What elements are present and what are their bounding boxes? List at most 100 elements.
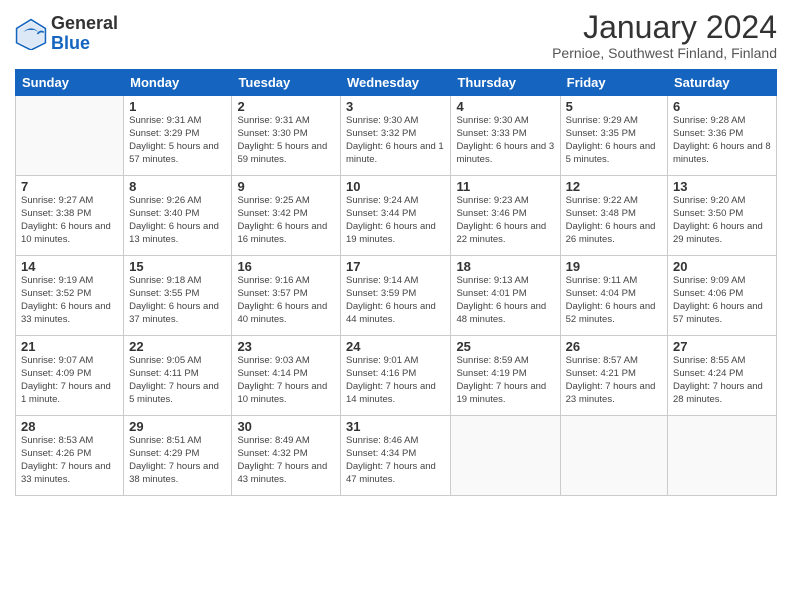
logo-icon [15, 18, 47, 50]
day-info: Sunrise: 9:09 AM Sunset: 4:06 PM Dayligh… [673, 275, 771, 326]
day-number: 23 [237, 339, 335, 354]
col-thursday: Thursday [451, 70, 560, 96]
table-row: 12Sunrise: 9:22 AM Sunset: 3:48 PM Dayli… [560, 176, 667, 256]
calendar-week-row: 1Sunrise: 9:31 AM Sunset: 3:29 PM Daylig… [16, 96, 777, 176]
day-info: Sunrise: 9:05 AM Sunset: 4:11 PM Dayligh… [129, 355, 226, 406]
table-row: 14Sunrise: 9:19 AM Sunset: 3:52 PM Dayli… [16, 256, 124, 336]
table-row: 16Sunrise: 9:16 AM Sunset: 3:57 PM Dayli… [232, 256, 341, 336]
table-row: 22Sunrise: 9:05 AM Sunset: 4:11 PM Dayli… [124, 336, 232, 416]
day-number: 19 [566, 259, 662, 274]
day-info: Sunrise: 8:57 AM Sunset: 4:21 PM Dayligh… [566, 355, 662, 406]
table-row: 19Sunrise: 9:11 AM Sunset: 4:04 PM Dayli… [560, 256, 667, 336]
day-number: 21 [21, 339, 118, 354]
day-info: Sunrise: 9:30 AM Sunset: 3:33 PM Dayligh… [456, 115, 554, 166]
col-friday: Friday [560, 70, 667, 96]
day-number: 26 [566, 339, 662, 354]
day-info: Sunrise: 9:16 AM Sunset: 3:57 PM Dayligh… [237, 275, 335, 326]
month-title: January 2024 [552, 10, 777, 45]
day-number: 30 [237, 419, 335, 434]
table-row: 10Sunrise: 9:24 AM Sunset: 3:44 PM Dayli… [341, 176, 451, 256]
day-info: Sunrise: 8:55 AM Sunset: 4:24 PM Dayligh… [673, 355, 771, 406]
col-saturday: Saturday [668, 70, 777, 96]
day-info: Sunrise: 9:24 AM Sunset: 3:44 PM Dayligh… [346, 195, 445, 246]
calendar-week-row: 28Sunrise: 8:53 AM Sunset: 4:26 PM Dayli… [16, 416, 777, 496]
table-row: 31Sunrise: 8:46 AM Sunset: 4:34 PM Dayli… [341, 416, 451, 496]
day-info: Sunrise: 9:29 AM Sunset: 3:35 PM Dayligh… [566, 115, 662, 166]
table-row: 8Sunrise: 9:26 AM Sunset: 3:40 PM Daylig… [124, 176, 232, 256]
day-number: 17 [346, 259, 445, 274]
day-info: Sunrise: 9:13 AM Sunset: 4:01 PM Dayligh… [456, 275, 554, 326]
day-info: Sunrise: 9:20 AM Sunset: 3:50 PM Dayligh… [673, 195, 771, 246]
table-row: 27Sunrise: 8:55 AM Sunset: 4:24 PM Dayli… [668, 336, 777, 416]
table-row: 7Sunrise: 9:27 AM Sunset: 3:38 PM Daylig… [16, 176, 124, 256]
day-info: Sunrise: 9:31 AM Sunset: 3:29 PM Dayligh… [129, 115, 226, 166]
day-number: 13 [673, 179, 771, 194]
table-row: 1Sunrise: 9:31 AM Sunset: 3:29 PM Daylig… [124, 96, 232, 176]
col-tuesday: Tuesday [232, 70, 341, 96]
day-number: 12 [566, 179, 662, 194]
day-info: Sunrise: 9:18 AM Sunset: 3:55 PM Dayligh… [129, 275, 226, 326]
table-row: 3Sunrise: 9:30 AM Sunset: 3:32 PM Daylig… [341, 96, 451, 176]
table-row: 18Sunrise: 9:13 AM Sunset: 4:01 PM Dayli… [451, 256, 560, 336]
day-number: 3 [346, 99, 445, 114]
day-number: 22 [129, 339, 226, 354]
day-info: Sunrise: 9:23 AM Sunset: 3:46 PM Dayligh… [456, 195, 554, 246]
table-row: 20Sunrise: 9:09 AM Sunset: 4:06 PM Dayli… [668, 256, 777, 336]
day-info: Sunrise: 9:19 AM Sunset: 3:52 PM Dayligh… [21, 275, 118, 326]
table-row: 21Sunrise: 9:07 AM Sunset: 4:09 PM Dayli… [16, 336, 124, 416]
table-row: 15Sunrise: 9:18 AM Sunset: 3:55 PM Dayli… [124, 256, 232, 336]
day-info: Sunrise: 9:30 AM Sunset: 3:32 PM Dayligh… [346, 115, 445, 166]
day-info: Sunrise: 9:22 AM Sunset: 3:48 PM Dayligh… [566, 195, 662, 246]
table-row: 6Sunrise: 9:28 AM Sunset: 3:36 PM Daylig… [668, 96, 777, 176]
day-number: 5 [566, 99, 662, 114]
col-sunday: Sunday [16, 70, 124, 96]
day-info: Sunrise: 8:53 AM Sunset: 4:26 PM Dayligh… [21, 435, 118, 486]
logo-text: General Blue [51, 14, 118, 54]
table-row: 11Sunrise: 9:23 AM Sunset: 3:46 PM Dayli… [451, 176, 560, 256]
day-number: 18 [456, 259, 554, 274]
calendar-week-row: 14Sunrise: 9:19 AM Sunset: 3:52 PM Dayli… [16, 256, 777, 336]
calendar-week-row: 21Sunrise: 9:07 AM Sunset: 4:09 PM Dayli… [16, 336, 777, 416]
location-subtitle: Pernioe, Southwest Finland, Finland [552, 45, 777, 61]
day-number: 24 [346, 339, 445, 354]
day-number: 15 [129, 259, 226, 274]
day-info: Sunrise: 9:26 AM Sunset: 3:40 PM Dayligh… [129, 195, 226, 246]
day-info: Sunrise: 9:03 AM Sunset: 4:14 PM Dayligh… [237, 355, 335, 406]
day-info: Sunrise: 8:49 AM Sunset: 4:32 PM Dayligh… [237, 435, 335, 486]
logo: General Blue [15, 14, 118, 54]
day-number: 20 [673, 259, 771, 274]
day-info: Sunrise: 9:01 AM Sunset: 4:16 PM Dayligh… [346, 355, 445, 406]
day-number: 4 [456, 99, 554, 114]
header: General Blue January 2024 Pernioe, South… [15, 10, 777, 61]
page: General Blue January 2024 Pernioe, South… [0, 0, 792, 612]
day-number: 9 [237, 179, 335, 194]
day-info: Sunrise: 9:27 AM Sunset: 3:38 PM Dayligh… [21, 195, 118, 246]
day-number: 8 [129, 179, 226, 194]
table-row [451, 416, 560, 496]
table-row: 17Sunrise: 9:14 AM Sunset: 3:59 PM Dayli… [341, 256, 451, 336]
day-info: Sunrise: 8:59 AM Sunset: 4:19 PM Dayligh… [456, 355, 554, 406]
table-row: 9Sunrise: 9:25 AM Sunset: 3:42 PM Daylig… [232, 176, 341, 256]
day-number: 10 [346, 179, 445, 194]
day-number: 14 [21, 259, 118, 274]
table-row: 5Sunrise: 9:29 AM Sunset: 3:35 PM Daylig… [560, 96, 667, 176]
table-row: 25Sunrise: 8:59 AM Sunset: 4:19 PM Dayli… [451, 336, 560, 416]
day-number: 11 [456, 179, 554, 194]
table-row: 4Sunrise: 9:30 AM Sunset: 3:33 PM Daylig… [451, 96, 560, 176]
col-monday: Monday [124, 70, 232, 96]
day-info: Sunrise: 9:28 AM Sunset: 3:36 PM Dayligh… [673, 115, 771, 166]
calendar-header-row: Sunday Monday Tuesday Wednesday Thursday… [16, 70, 777, 96]
day-number: 29 [129, 419, 226, 434]
day-number: 7 [21, 179, 118, 194]
calendar-week-row: 7Sunrise: 9:27 AM Sunset: 3:38 PM Daylig… [16, 176, 777, 256]
day-info: Sunrise: 8:51 AM Sunset: 4:29 PM Dayligh… [129, 435, 226, 486]
day-info: Sunrise: 9:07 AM Sunset: 4:09 PM Dayligh… [21, 355, 118, 406]
table-row [560, 416, 667, 496]
day-info: Sunrise: 9:25 AM Sunset: 3:42 PM Dayligh… [237, 195, 335, 246]
table-row [16, 96, 124, 176]
day-number: 6 [673, 99, 771, 114]
day-number: 28 [21, 419, 118, 434]
day-info: Sunrise: 8:46 AM Sunset: 4:34 PM Dayligh… [346, 435, 445, 486]
col-wednesday: Wednesday [341, 70, 451, 96]
day-number: 2 [237, 99, 335, 114]
